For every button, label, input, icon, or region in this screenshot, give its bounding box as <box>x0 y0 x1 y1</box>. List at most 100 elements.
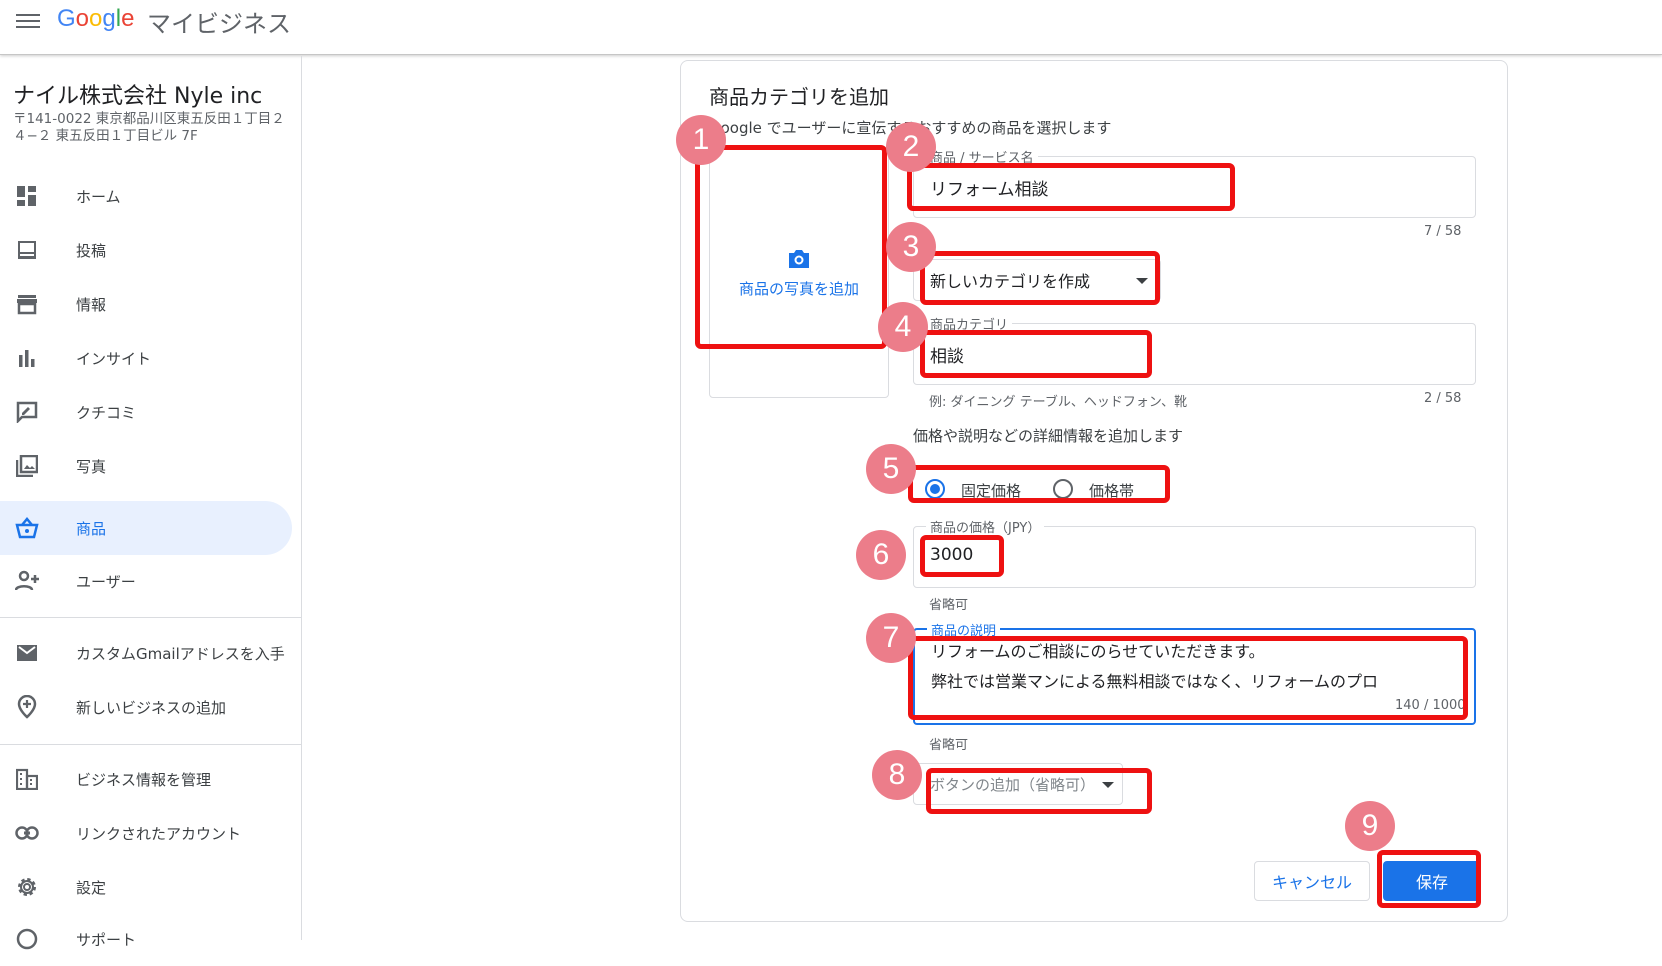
add-location-icon <box>14 694 40 720</box>
add-person-icon <box>14 568 40 594</box>
sidebar-item-reviews[interactable]: クチコミ <box>0 385 292 439</box>
radio-price-range-label: 価格帯 <box>1089 482 1135 500</box>
description-counter: 140 / 1000 <box>1395 698 1466 713</box>
logo-letter: o <box>89 5 103 32</box>
business-name: ナイル株式会社 Nyle inc <box>13 84 263 109</box>
product-category-value: 相談 <box>930 347 964 367</box>
details-heading: 価格や説明などの詳細情報を追加します <box>913 427 1184 445</box>
logo-letter: o <box>75 5 90 32</box>
annotation-marker: 8 <box>872 750 922 800</box>
sidebar-item-manage-business[interactable]: ビジネス情報を管理 <box>0 752 292 806</box>
price-optional-hint: 省略可 <box>929 598 969 613</box>
annotation-marker: 5 <box>866 444 916 494</box>
sidebar-item-label: 設定 <box>76 878 107 897</box>
sidebar-item-settings[interactable]: 設定 <box>0 860 292 914</box>
logo-letter: g <box>102 5 116 32</box>
radio-price-range[interactable] <box>1053 479 1073 499</box>
logo-letter: e <box>121 5 135 32</box>
basket-icon <box>14 515 40 541</box>
sidebar-item-label: 新しいビジネスの追加 <box>76 698 227 717</box>
product-price-label: 商品の価格（JPY） <box>926 517 1045 536</box>
product-name-value: リフォーム相談 <box>930 180 1049 200</box>
sidebar-item-label: カスタムGmailアドレスを入手 <box>76 644 285 663</box>
camera-icon <box>789 249 809 268</box>
category-hint: 例: ダイニング テーブル、ヘッドフォン、靴 <box>929 395 1188 410</box>
sidebar-item-label: リンクされたアカウント <box>76 824 242 843</box>
description-optional-hint: 省略可 <box>929 738 969 753</box>
sidebar-item-home[interactable]: ホーム <box>0 169 292 223</box>
cancel-button[interactable]: キャンセル <box>1254 861 1370 901</box>
chevron-down-icon <box>1136 278 1148 284</box>
annotation-marker: 4 <box>878 302 928 352</box>
sidebar-item-add-business[interactable]: 新しいビジネスの追加 <box>0 680 292 734</box>
annotation-marker: 1 <box>676 115 726 165</box>
product-name-counter: 7 / 58 <box>1424 224 1462 239</box>
sidebar-divider <box>0 744 302 745</box>
sidebar-item-custom-gmail[interactable]: カスタムGmailアドレスを入手 <box>0 626 292 680</box>
sidebar-item-label: インサイト <box>76 349 152 368</box>
sidebar-item-insights[interactable]: インサイト <box>0 331 292 385</box>
add-button-select-value: ボタンの追加（省略可） <box>930 775 1096 794</box>
sidebar-item-label: 商品 <box>76 519 107 538</box>
gear-icon <box>14 874 40 900</box>
sidebar-item-label: ホーム <box>76 187 121 206</box>
sidebar-item-support[interactable]: サポート <box>0 912 292 966</box>
sidebar: ナイル株式会社 Nyle inc 〒141-0022 東京都品川区東五反田１丁目… <box>0 56 302 950</box>
category-select-value: 新しいカテゴリを作成 <box>930 272 1091 291</box>
reviews-icon <box>14 399 40 425</box>
link-icon <box>14 820 40 846</box>
annotation-marker: 9 <box>1345 801 1395 851</box>
description-line: リフォームのご相談にのらせていただきます。 <box>931 642 1265 661</box>
radio-fixed-price-label: 固定価格 <box>961 482 1022 500</box>
page-title: 商品カテゴリを追加 <box>709 85 889 109</box>
sidebar-item-label: ユーザー <box>76 572 136 591</box>
sidebar-item-label: クチコミ <box>76 403 137 422</box>
annotation-marker: 7 <box>866 613 916 663</box>
sidebar-item-users[interactable]: ユーザー <box>0 554 292 608</box>
sidebar-divider <box>0 617 302 618</box>
sidebar-item-posts[interactable]: 投稿 <box>0 223 292 277</box>
photos-icon <box>14 453 40 479</box>
dashboard-icon <box>14 183 40 209</box>
mail-icon <box>14 640 40 666</box>
product-name-field[interactable]: 商品 / サービス名 リフォーム相談 <box>913 147 1476 218</box>
product-name-label: 商品 / サービス名 <box>926 147 1038 166</box>
annotation-marker: 6 <box>856 530 906 580</box>
sidebar-item-info[interactable]: 情報 <box>0 277 292 331</box>
add-photo-label: 商品の写真を追加 <box>738 279 859 298</box>
description-line: 弊社では営業マンによる無料相談ではなく、リフォームのプロ <box>931 672 1379 691</box>
annotation-marker: 2 <box>886 122 936 172</box>
top-app-bar: Google マイビジネス <box>0 0 1662 55</box>
sidebar-item-label: 写真 <box>76 457 107 476</box>
logo-letter: G <box>57 5 76 32</box>
insights-bar-icon <box>14 345 40 371</box>
save-button[interactable]: 保存 <box>1383 861 1481 901</box>
storefront-icon <box>14 291 40 317</box>
help-icon <box>14 926 40 952</box>
google-logo[interactable]: Google <box>57 5 134 33</box>
product-price-value: 3000 <box>930 545 974 565</box>
hamburger-menu-icon[interactable] <box>14 10 42 34</box>
sidebar-item-label: 情報 <box>76 295 107 314</box>
radio-fixed-price[interactable] <box>925 479 945 499</box>
product-name: マイビジネス <box>147 10 291 38</box>
sidebar-item-label: 投稿 <box>76 241 107 260</box>
product-description-label: 商品の説明 <box>927 620 1001 639</box>
product-category-label: 商品カテゴリ <box>926 314 1013 333</box>
business-icon <box>14 766 40 792</box>
add-photo-button[interactable]: 商品の写真を追加 <box>709 148 889 398</box>
add-product-card: 商品カテゴリを追加 Google でユーザーに宣伝するおすすめの商品を選択します… <box>680 60 1508 922</box>
product-description-field[interactable]: 商品の説明 リフォームのご相談にのらせていただきます。 弊社では営業マンによる無… <box>913 620 1476 725</box>
annotation-marker: 3 <box>886 222 936 272</box>
sidebar-item-label: ビジネス情報を管理 <box>76 770 212 789</box>
sidebar-item-linked-accounts[interactable]: リンクされたアカウント <box>0 806 292 860</box>
category-counter: 2 / 58 <box>1424 391 1462 406</box>
product-price-field[interactable]: 商品の価格（JPY） 3000 <box>913 517 1476 588</box>
product-category-field[interactable]: 商品カテゴリ 相談 <box>913 314 1476 385</box>
sidebar-item-photos[interactable]: 写真 <box>0 439 292 493</box>
category-select[interactable]: 新しいカテゴリを作成 <box>913 259 1161 301</box>
add-button-select[interactable]: ボタンの追加（省略可） <box>913 763 1123 805</box>
sidebar-item-products[interactable]: 商品 <box>0 501 292 555</box>
chevron-down-icon <box>1102 782 1114 788</box>
business-address: 〒141-0022 東京都品川区東五反田１丁目２４−２ 東五反田１丁目ビル 7F <box>13 111 285 144</box>
